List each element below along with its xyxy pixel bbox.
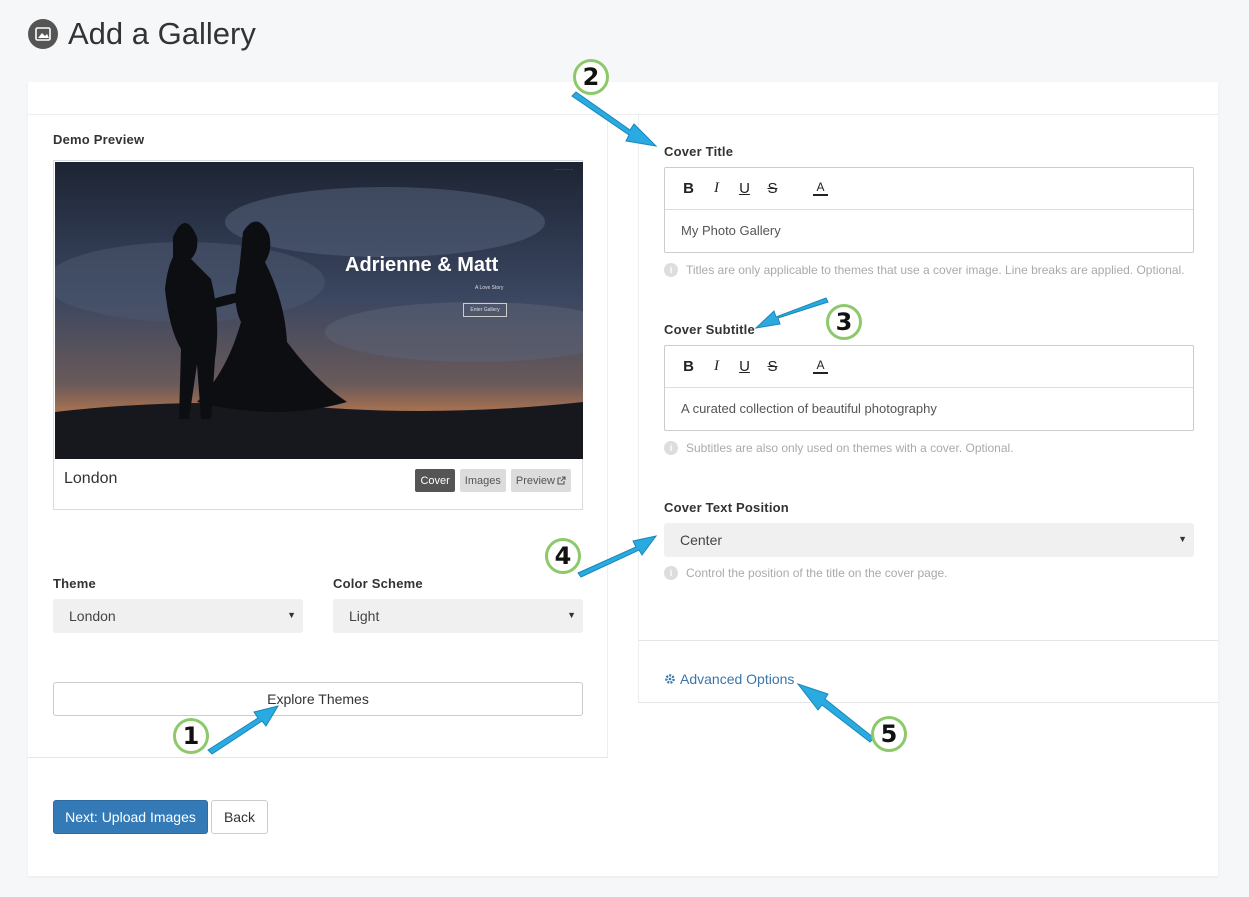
cover-subtitle-label: Cover Subtitle — [664, 322, 755, 337]
advanced-options-card: Advanced Options — [638, 641, 1218, 703]
cover-title-input[interactable]: My Photo Gallery — [665, 210, 1193, 251]
callout-badge-4: 4 — [545, 538, 581, 574]
page-title: Add a Gallery — [68, 16, 256, 51]
caret-down-icon: ▼ — [567, 610, 576, 620]
callout-badge-2: 2 — [573, 59, 609, 95]
cover-view-button[interactable]: Cover — [415, 469, 455, 492]
preview-theme-name: London — [64, 470, 118, 487]
demo-preview-label: Demo Preview — [53, 132, 145, 147]
cover-text-position-value: Center — [680, 532, 723, 548]
back-button[interactable]: Back — [211, 800, 268, 834]
gear-icon — [665, 674, 675, 684]
advanced-options-link[interactable]: Advanced Options — [664, 671, 794, 687]
theme-select[interactable]: London ▼ — [53, 599, 303, 633]
demo-preview-card: ― ― ― ― ― Adrienne & Matt A Love Story E… — [53, 160, 583, 510]
cover-subtitle-help-text: Subtitles are also only used on themes w… — [686, 441, 1014, 455]
bold-button[interactable]: B — [681, 180, 696, 197]
callout-badge-1: 1 — [173, 718, 209, 754]
theme-label: Theme — [53, 576, 96, 591]
preview-button[interactable]: Preview — [510, 469, 571, 492]
cover-title-editor[interactable]: B I U S A My Photo Gallery — [664, 167, 1194, 253]
preview-column: Demo Preview ― ― ― ― ― Adrienne & Matt A… — [28, 115, 608, 758]
italic-button[interactable]: I — [709, 358, 724, 375]
strikethrough-button[interactable]: S — [765, 358, 780, 375]
images-view-button[interactable]: Images — [459, 469, 506, 492]
cover-text-position-help: i Control the position of the title on t… — [664, 566, 948, 580]
info-icon: i — [664, 441, 678, 455]
demo-cover-title: Adrienne & Matt — [345, 254, 499, 276]
text-color-button[interactable]: A — [813, 181, 828, 196]
image-icon — [28, 19, 58, 49]
info-icon: i — [664, 566, 678, 580]
color-scheme-select-value: Light — [349, 608, 380, 624]
demo-cover-subtitle: A Love Story — [475, 285, 504, 291]
cover-title-help-text: Titles are only applicable to themes tha… — [686, 263, 1185, 277]
demo-cover-image: ― ― ― ― ― Adrienne & Matt A Love Story E… — [55, 162, 583, 459]
cover-text-position-select[interactable]: Center ▼ — [664, 523, 1194, 557]
demo-enter-gallery-button: Enter Gallery — [463, 303, 507, 317]
color-scheme-label: Color Scheme — [333, 576, 423, 591]
cover-subtitle-editor[interactable]: B I U S A A curated collection of beauti… — [664, 345, 1194, 431]
cover-title-label: Cover Title — [664, 144, 734, 159]
underline-button[interactable]: U — [737, 358, 752, 375]
preview-mode-buttons: Cover Images Preview — [415, 469, 571, 492]
next-upload-images-button[interactable]: Next: Upload Images — [53, 800, 208, 834]
text-color-button[interactable]: A — [813, 359, 828, 374]
external-link-icon — [557, 476, 566, 485]
theme-select-value: London — [69, 608, 116, 624]
caret-down-icon: ▼ — [287, 610, 296, 620]
page-header: Add a Gallery — [28, 16, 256, 52]
advanced-options-label: Advanced Options — [680, 671, 795, 687]
explore-themes-button[interactable]: Explore Themes — [53, 682, 583, 716]
underline-button[interactable]: U — [737, 180, 752, 197]
cover-subtitle-input[interactable]: A curated collection of beautiful photog… — [665, 388, 1193, 429]
cover-text-position-help-text: Control the position of the title on the… — [686, 566, 948, 580]
color-scheme-select[interactable]: Light ▼ — [333, 599, 583, 633]
cover-settings-card: Cover Title B I U S A My Photo Gallery i… — [638, 115, 1218, 641]
callout-badge-3: 3 — [826, 304, 862, 340]
cover-title-help: i Titles are only applicable to themes t… — [664, 263, 1185, 277]
preview-button-label: Preview — [515, 474, 555, 487]
info-icon: i — [664, 263, 678, 277]
italic-button[interactable]: I — [709, 180, 724, 197]
editor-toolbar: B I U S A — [665, 168, 1193, 210]
cover-subtitle-help: i Subtitles are also only used on themes… — [664, 441, 1014, 455]
callout-badge-5: 5 — [871, 716, 907, 752]
editor-toolbar: B I U S A — [665, 346, 1193, 388]
gallery-form-panel: Demo Preview ― ― ― ― ― Adrienne & Matt A… — [28, 82, 1218, 876]
cover-text-position-label: Cover Text Position — [664, 500, 789, 515]
bold-button[interactable]: B — [681, 358, 696, 375]
caret-down-icon: ▼ — [1178, 534, 1187, 544]
demo-top-nav: ― ― ― ― ― — [554, 167, 573, 171]
strikethrough-button[interactable]: S — [765, 180, 780, 197]
